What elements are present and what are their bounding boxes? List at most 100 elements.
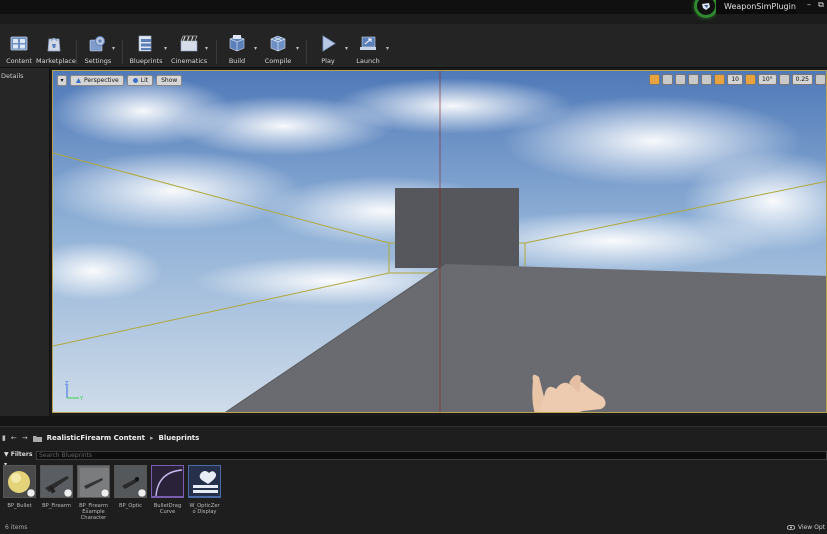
lit-icon — [132, 78, 138, 83]
show-button[interactable]: Show — [156, 75, 183, 86]
asset-name: BP_Bullet — [7, 503, 32, 509]
grid-snap-value[interactable]: 10 — [727, 74, 743, 85]
back-arrow-icon[interactable]: ← — [11, 434, 17, 442]
settings-button-label: Settings — [84, 57, 112, 65]
blueprints-icon — [138, 35, 152, 52]
item-count: 6 items — [5, 524, 28, 531]
restore-icon[interactable]: ⧉ — [815, 0, 827, 10]
asset-thumbnail — [151, 465, 184, 498]
play-button[interactable]: Play — [310, 35, 346, 65]
forward-arrow-icon[interactable]: → — [22, 434, 28, 442]
breadcrumb-arrow-icon: ▸ — [149, 434, 154, 442]
blueprints-button[interactable]: Blueprints — [128, 35, 164, 65]
cinematics-dropdown-icon[interactable]: ▾ — [205, 45, 211, 52]
asset-name: BP_Optic — [119, 503, 142, 509]
filter-funnel-icon: ▼ — [4, 451, 9, 458]
content-browser: ▮ ← → RealisticFirearm Content ▸ Bluepri… — [0, 426, 827, 534]
sphere-icon — [8, 471, 35, 497]
breadcrumb: ▮ ← → RealisticFirearm Content ▸ Bluepri… — [0, 431, 199, 445]
cinematics-button[interactable]: Cinematics — [171, 35, 207, 65]
asset-tile[interactable]: BP_Bullet — [3, 465, 36, 521]
title-bar: WeaponSimPlugin – ⧉ — [0, 0, 827, 24]
asset-name: BP_Firearm Example Character — [79, 503, 108, 521]
blueprints-button-label: Blueprints — [129, 57, 163, 65]
build-icon — [229, 35, 245, 52]
details-tab[interactable]: Details — [0, 68, 49, 80]
launch-button[interactable]: Launch — [350, 35, 386, 65]
curve-icon — [152, 469, 183, 497]
asset-thumbnail — [77, 465, 110, 498]
search-input[interactable]: Search Blueprints — [36, 450, 827, 460]
cinematics-button-label: Cinematics — [171, 57, 208, 65]
lit-button[interactable]: Lit — [126, 75, 154, 86]
translate-icon[interactable] — [649, 74, 661, 85]
unreal-logo-icon — [702, 3, 710, 10]
rotation-snap-value[interactable]: 10° — [758, 74, 777, 85]
main-toolbar: Content Marketplace Settings ▾ Blueprint… — [0, 24, 827, 68]
compile-icon — [270, 35, 286, 52]
asset-tile[interactable]: BP_Optic — [114, 465, 147, 521]
axis-gizmo-icon: Z Y — [65, 381, 84, 402]
scale-icon[interactable] — [675, 74, 687, 85]
asset-tile[interactable]: BP_Firearm — [40, 465, 73, 521]
rotation-snap-icon[interactable] — [745, 74, 756, 85]
svg-text:Z: Z — [65, 381, 69, 387]
view-options-label: View Opt — [797, 524, 825, 531]
build-button[interactable]: Build — [219, 35, 255, 65]
marketplace-button[interactable]: Marketplace — [36, 35, 76, 65]
settings-button[interactable]: Settings — [80, 35, 116, 65]
scale-snap-value[interactable]: 0.25 — [791, 74, 813, 85]
breadcrumb-current[interactable]: Blueprints — [159, 434, 200, 442]
play-icon — [322, 35, 336, 52]
cinematics-icon — [180, 35, 198, 52]
launch-dropdown-icon[interactable]: ▾ — [386, 45, 392, 52]
chevron-down-icon: ▾ — [60, 77, 64, 84]
viewport-options-button[interactable]: ▾ — [57, 75, 67, 86]
settings-dropdown-icon[interactable]: ▾ — [112, 45, 118, 52]
perspective-button[interactable]: Perspective — [70, 75, 124, 86]
content-button[interactable]: Content — [1, 35, 37, 65]
asset-name: W_OpticZero Display — [189, 503, 220, 515]
settings-icon — [89, 36, 105, 52]
eye-icon — [786, 525, 795, 530]
asset-tile[interactable]: BulletDrag Curve — [151, 465, 184, 521]
asset-thumbnail — [40, 465, 73, 498]
asset-tile[interactable]: W_OpticZero Display — [188, 465, 221, 521]
surface-snap-icon[interactable] — [701, 74, 713, 85]
view-mode-label: Perspective — [84, 77, 119, 84]
project-name: WeaponSimPlugin — [716, 0, 796, 14]
compile-button[interactable]: Compile — [260, 35, 296, 65]
view-options-button[interactable]: View Opt — [786, 524, 825, 531]
toolbar-separator — [306, 40, 307, 64]
level-viewport[interactable]: ▾ Perspective Lit Show 10 10° 0.25 Z Y — [52, 70, 827, 413]
scale-snap-icon[interactable] — [778, 74, 790, 85]
svg-text:Y: Y — [79, 396, 84, 402]
content-icon — [10, 36, 28, 51]
lighting-label: Lit — [140, 77, 149, 84]
blueprints-dropdown-icon[interactable]: ▾ — [164, 45, 170, 52]
asset-tile[interactable]: BP_Firearm Example Character — [77, 465, 110, 521]
build-button-label: Build — [228, 57, 246, 65]
breadcrumb-root[interactable]: RealisticFirearm Content — [47, 434, 145, 442]
viewport-scene — [53, 71, 826, 412]
camera-speed-icon[interactable] — [815, 74, 826, 85]
grid-snap-icon[interactable] — [714, 74, 726, 85]
world-local-icon[interactable] — [688, 74, 700, 85]
rotate-icon[interactable] — [662, 74, 674, 85]
optic-icon — [122, 477, 146, 497]
marketplace-icon — [47, 37, 61, 52]
viewport-toolbar-left: ▾ Perspective Lit Show — [57, 75, 183, 86]
compile-button-label: Compile — [264, 57, 292, 65]
compile-dropdown-icon[interactable]: ▾ — [296, 45, 302, 52]
play-button-label: Play — [321, 57, 335, 65]
minimize-icon[interactable]: – — [803, 0, 815, 10]
folder-icon — [32, 435, 42, 442]
show-label: Show — [161, 77, 178, 84]
asset-thumbnail — [114, 465, 147, 498]
asset-name: BulletDrag Curve — [153, 503, 182, 515]
marketplace-button-label: Marketplace — [36, 57, 76, 65]
filters-button[interactable]: ▼ Filters ▾ — [0, 450, 36, 468]
content-button-label: Content — [6, 57, 32, 65]
window-controls: – ⧉ — [803, 0, 827, 10]
add-new-icon[interactable]: ▮ — [2, 434, 6, 442]
